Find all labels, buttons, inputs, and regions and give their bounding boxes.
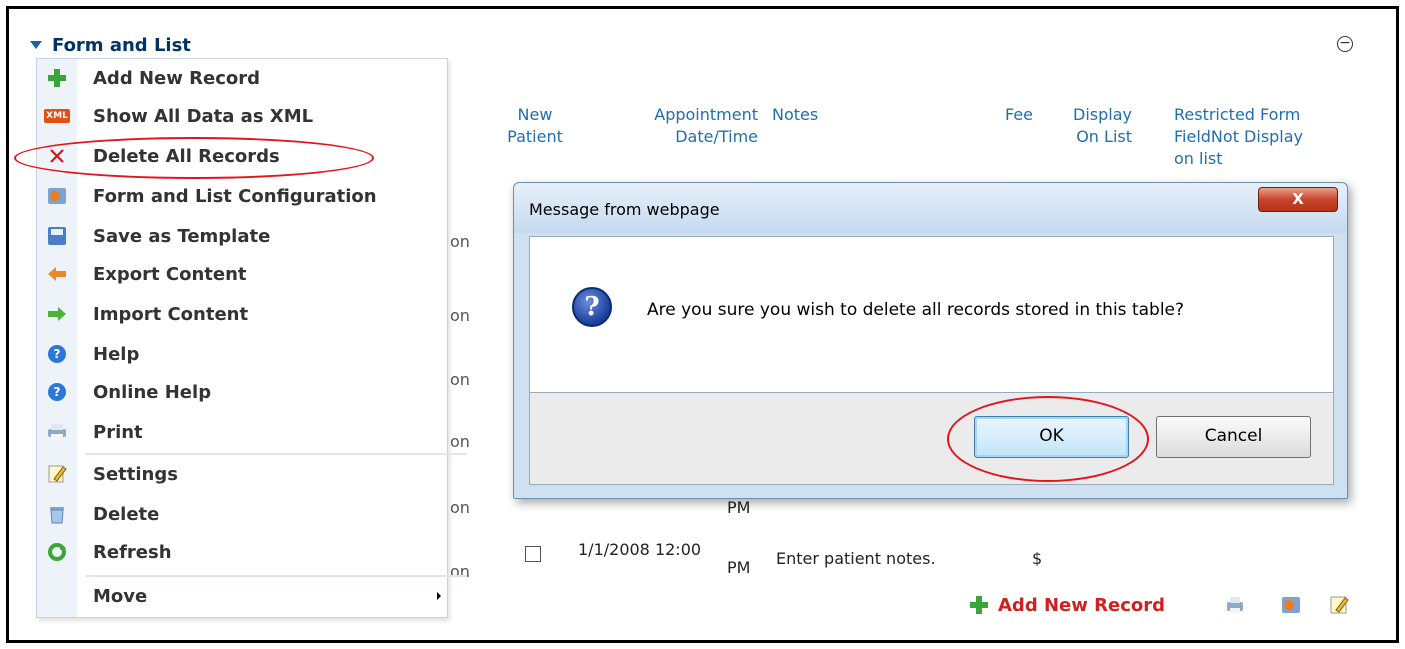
dropdown-arrow-icon[interactable] <box>30 41 42 49</box>
row-date: 1/1/2008 12:00 <box>578 540 702 559</box>
menu-item-add-new-record[interactable]: Add New Record <box>37 59 447 97</box>
header-appointment: Appointment Date/Time <box>654 105 758 146</box>
add-new-record-label: Add New Record <box>998 594 1166 616</box>
dialog-title: Message from webpage <box>529 200 720 219</box>
menu-item-export-content[interactable]: Export Content <box>37 255 447 293</box>
header-new-patient: New Patient <box>507 105 563 146</box>
dialog-message: Are you sure you wish to delete all reco… <box>647 300 1185 320</box>
menu-item-online-help[interactable]: ? Online Help <box>37 373 447 411</box>
menu-item-delete-all-records[interactable]: Delete All Records <box>37 137 447 175</box>
menu-item-print[interactable]: Print <box>37 413 447 451</box>
save-icon <box>48 227 66 245</box>
row-fragment: on <box>450 306 470 325</box>
menu-item-save-as-template[interactable]: Save as Template <box>37 217 447 255</box>
row-fee: $ <box>1032 549 1043 568</box>
menu-item-import-content[interactable]: Import Content <box>37 295 447 333</box>
row-fragment: on <box>450 232 470 251</box>
menu-item-delete[interactable]: Delete <box>37 495 447 533</box>
header-notes: Notes <box>772 105 819 124</box>
row-fragment: on <box>450 370 470 389</box>
header-fee: Fee <box>1005 105 1034 124</box>
print-icon <box>48 424 66 440</box>
module-title-text: Form and List <box>52 34 191 56</box>
row-time-tail: PM <box>727 498 751 517</box>
row-fragment: on <box>450 498 470 517</box>
submenu-arrow-icon <box>437 592 441 600</box>
action-menu[interactable]: Add New Record XML Show All Data as XML … <box>36 58 467 618</box>
menu-item-show-xml[interactable]: XML Show All Data as XML <box>37 97 447 135</box>
refresh-icon <box>48 543 66 561</box>
x-icon <box>50 149 64 163</box>
row-notes: Enter patient notes. <box>776 549 936 568</box>
row-time-tail: PM <box>727 558 751 577</box>
row-fragment: on <box>450 562 470 581</box>
add-new-record-link[interactable]: Add New Record <box>968 594 1165 616</box>
settings-pencil-icon[interactable] <box>1328 594 1350 616</box>
question-icon: ? <box>572 287 612 327</box>
collapse-icon[interactable]: − <box>1337 36 1353 52</box>
menu-item-refresh[interactable]: Refresh <box>37 533 447 571</box>
config-icon <box>48 188 66 204</box>
confirm-dialog[interactable]: Message from webpage X ? Are you sure yo… <box>513 182 1348 499</box>
header-display-on-list: Display On List <box>1073 105 1132 146</box>
menu-item-settings[interactable]: Settings <box>37 455 447 493</box>
xml-icon: XML <box>44 109 70 123</box>
trash-icon <box>50 507 64 524</box>
import-arrow-icon <box>48 307 66 321</box>
plus-icon <box>970 596 988 614</box>
cancel-button[interactable]: Cancel <box>1156 416 1311 458</box>
help-icon: ? <box>48 345 66 363</box>
menu-item-move[interactable]: Move <box>37 577 447 615</box>
ok-button[interactable]: OK <box>974 416 1129 458</box>
menu-item-configuration[interactable]: Form and List Configuration <box>37 177 447 215</box>
header-restricted-field: Restricted Form FieldNot Display on list <box>1174 105 1304 168</box>
close-button[interactable]: X <box>1258 187 1338 212</box>
export-arrow-icon <box>48 267 66 281</box>
config-icon[interactable] <box>1280 594 1302 616</box>
print-icon[interactable] <box>1224 594 1246 616</box>
plus-icon <box>48 69 66 87</box>
row-checkbox[interactable] <box>525 546 541 562</box>
settings-pencil-icon <box>48 465 67 483</box>
row-fragment: on <box>450 432 470 451</box>
module-title[interactable]: Form and List <box>30 32 191 58</box>
menu-item-help[interactable]: ? Help <box>37 335 447 373</box>
help-icon: ? <box>48 383 66 401</box>
